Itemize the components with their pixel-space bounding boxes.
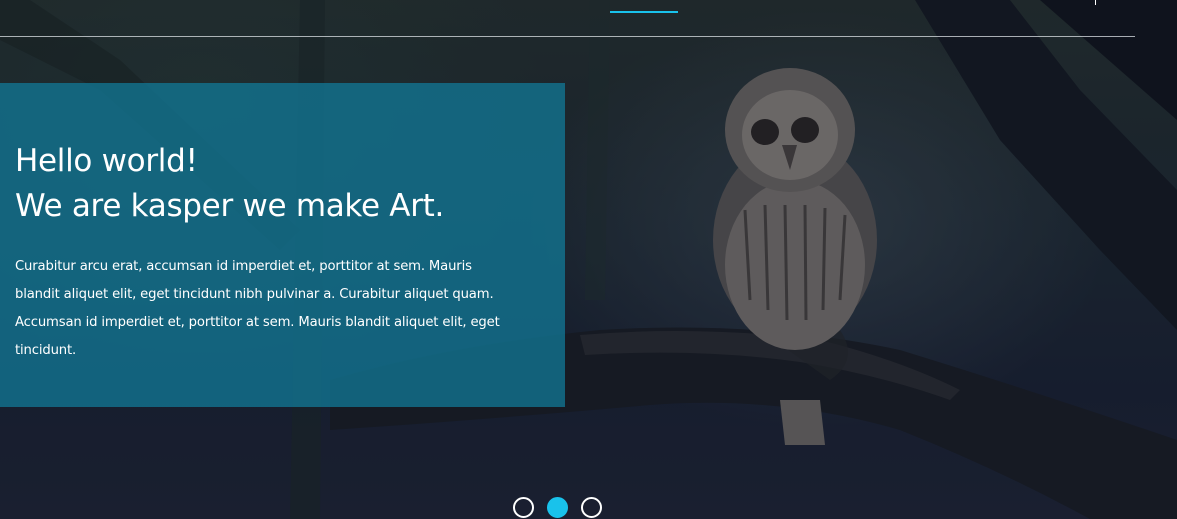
- slider-bullet-3[interactable]: [581, 497, 602, 518]
- hero-section: Hello world! We are kasper we make Art. …: [0, 0, 1177, 519]
- hero-headline: Hello world! We are kasper we make Art.: [15, 139, 565, 229]
- slider-bullet-1[interactable]: [513, 497, 534, 518]
- hero-headline-line2: We are kasper we make Art.: [15, 188, 445, 224]
- hero-description: Curabitur arcu erat, accumsan id imperdi…: [15, 259, 500, 358]
- nav-active-indicator: [610, 11, 678, 13]
- slider-bullets: [513, 497, 602, 518]
- nav-divider: [1095, 0, 1096, 5]
- hero-text-box: Hello world! We are kasper we make Art. …: [0, 83, 565, 407]
- header-bottom-border: [0, 36, 1135, 37]
- slider-bullet-2[interactable]: [547, 497, 568, 518]
- hero-headline-line1: Hello world!: [15, 143, 198, 179]
